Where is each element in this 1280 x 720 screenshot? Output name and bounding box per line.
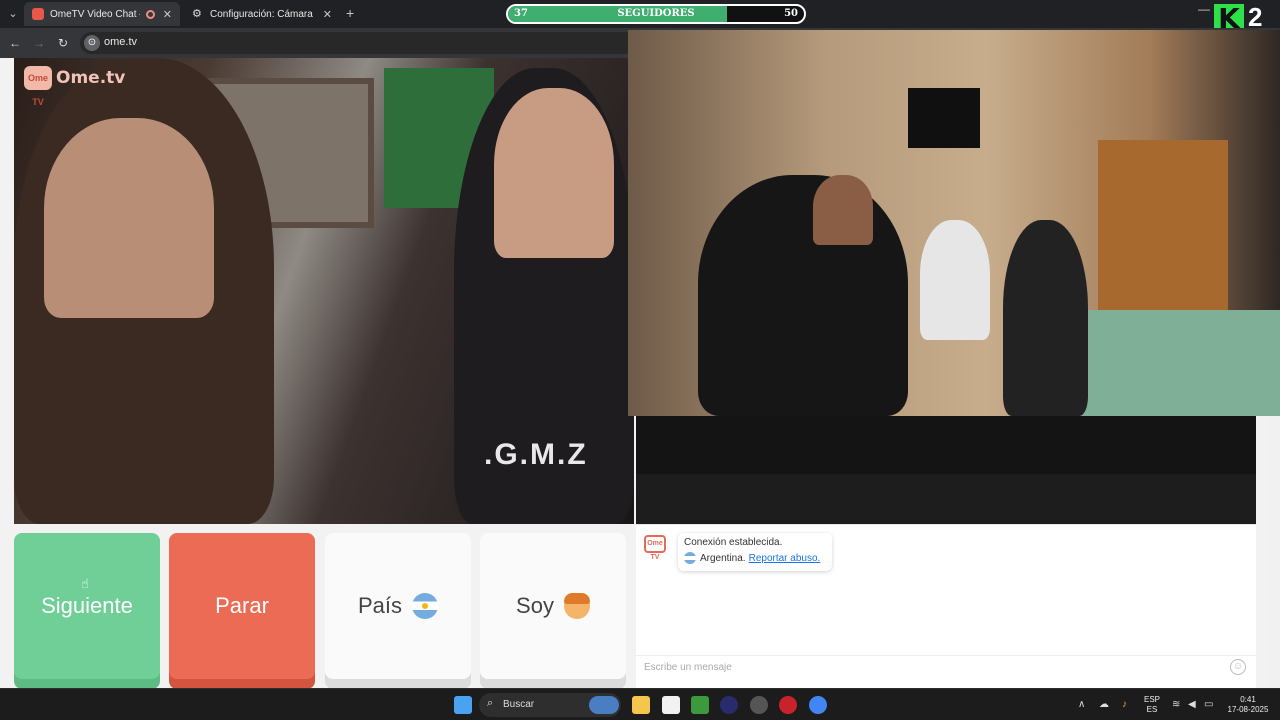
country-button[interactable]: País — [325, 533, 471, 679]
language-bottom: ES — [1146, 705, 1158, 714]
reload-icon[interactable]: ↻ — [54, 34, 72, 52]
clock-date: 17-08-2025 — [1227, 705, 1269, 714]
stop-button-label: Parar — [215, 593, 269, 618]
mouse-cursor-icon: ☝ — [81, 576, 89, 591]
followers-goal-bar: 37 SEGUIDORES 50 — [506, 4, 806, 24]
face-left — [44, 118, 214, 318]
steam-icon[interactable] — [750, 696, 768, 714]
emoji-icon[interactable]: ☺ — [1230, 659, 1246, 675]
face-front — [813, 175, 873, 245]
chat-panel: Ome TV Conexión establecida. Argentina. … — [636, 524, 1256, 688]
settings-gear-icon: ⚙ — [192, 8, 202, 20]
message-input[interactable]: Escribe un mensaje ☺ — [636, 655, 1256, 679]
windows-taskbar: ⌕ Buscar ∧ ☁ ♪ ESP ES ≋ ◀ ▭ 0:41 17-08-2… — [0, 688, 1280, 720]
taskbar-search[interactable]: ⌕ Buscar — [479, 693, 621, 717]
opera-gx-icon[interactable] — [779, 696, 797, 714]
partner-country: Argentina. — [700, 552, 746, 564]
chrome-icon[interactable] — [809, 696, 827, 714]
message-placeholder: Escribe un mensaje — [644, 662, 732, 673]
screen: ⌄ OmeTV Video Chat — Ome ✕ ⚙ Configuraci… — [0, 0, 1280, 720]
search-highlight-icon — [589, 696, 619, 714]
system-message: Conexión establecida. Argentina. Reporta… — [678, 533, 832, 571]
gender-button[interactable]: Soy — [480, 533, 626, 679]
chat-ometv-logo-icon: Ome TV — [644, 535, 666, 561]
volume-icon[interactable]: ◀ — [1188, 699, 1196, 710]
minecraft-icon[interactable] — [691, 696, 709, 714]
microphone-icon[interactable]: ♪ — [1122, 699, 1127, 710]
boy-face-icon — [563, 593, 590, 619]
new-tab-plus-icon[interactable]: + — [346, 5, 354, 21]
windows-start-icon[interactable] — [454, 696, 472, 714]
local-video: Ome TV Ome.tv .G.M.Z — [14, 58, 634, 524]
person-middle — [920, 220, 990, 340]
browser-titlebar: ⌄ OmeTV Video Chat — Ome ✕ ⚙ Configuraci… — [0, 0, 1280, 34]
remote-video-bottom-strip — [636, 474, 1256, 524]
url-text: ome.tv — [104, 36, 138, 48]
tab-title: Configuración: Cámara — [210, 8, 313, 20]
app-circle-icon[interactable] — [720, 696, 738, 714]
ometv-favicon-icon — [32, 8, 44, 20]
site-info-icon[interactable]: ⊙ — [84, 35, 100, 51]
language-indicator[interactable]: ESP ES — [1140, 695, 1164, 715]
cloud-icon[interactable]: ☁ — [1099, 699, 1109, 710]
tab-title: OmeTV Video Chat — Ome — [50, 8, 140, 20]
next-button-label: Siguiente — [41, 593, 133, 618]
gender-button-label: Soy — [516, 593, 554, 618]
file-explorer-icon[interactable] — [632, 696, 650, 714]
stop-button[interactable]: Parar — [169, 533, 315, 679]
person-right — [1003, 220, 1088, 416]
wall-tv — [908, 88, 980, 148]
tab-search-chevron-icon[interactable]: ⌄ — [4, 5, 22, 23]
report-abuse-link[interactable]: Reportar abuso. — [749, 553, 821, 564]
person-front — [698, 175, 908, 416]
country-button-label: País — [357, 593, 403, 618]
ometv-logo-icon: Ome TV — [24, 66, 52, 107]
search-label: Buscar — [503, 699, 535, 710]
connection-status: Conexión establecida. — [684, 537, 783, 548]
close-tab-icon[interactable]: ✕ — [323, 8, 332, 21]
minimize-icon[interactable]: — — [1198, 2, 1210, 16]
close-tab-icon[interactable]: ✕ — [163, 8, 172, 21]
followers-label: SEGUIDORES — [617, 8, 695, 19]
tab-ometv[interactable]: OmeTV Video Chat — Ome ✕ — [24, 2, 180, 26]
ometv-watermark: Ome TV Ome.tv — [24, 66, 126, 107]
tray-chevron-up-icon[interactable]: ∧ — [1078, 699, 1085, 710]
clock[interactable]: 0:41 17-08-2025 — [1220, 695, 1276, 715]
ometv-brand-text: Ome.tv — [56, 68, 126, 88]
clock-time: 0:41 — [1240, 695, 1256, 704]
forward-arrow-icon[interactable]: → — [30, 34, 48, 52]
back-arrow-icon[interactable]: ← — [6, 34, 24, 52]
face-right — [494, 88, 614, 258]
argentina-flag-icon — [684, 552, 696, 564]
shirt-print-text: .G.M.Z — [484, 438, 588, 471]
argentina-flag-icon — [412, 593, 439, 619]
tab-camera-settings[interactable]: ⚙ Configuración: Cámara ✕ — [184, 2, 340, 26]
search-icon: ⌕ — [487, 697, 494, 709]
followers-goal: 50 — [784, 8, 798, 19]
remote-camera-window — [628, 30, 1280, 416]
language-top: ESP — [1143, 695, 1160, 704]
wifi-icon[interactable]: ≋ — [1172, 699, 1180, 710]
store-icon[interactable] — [662, 696, 680, 714]
next-button[interactable]: Siguiente — [14, 533, 160, 679]
battery-icon[interactable]: ▭ — [1204, 699, 1213, 710]
recording-indicator-icon — [145, 9, 155, 19]
